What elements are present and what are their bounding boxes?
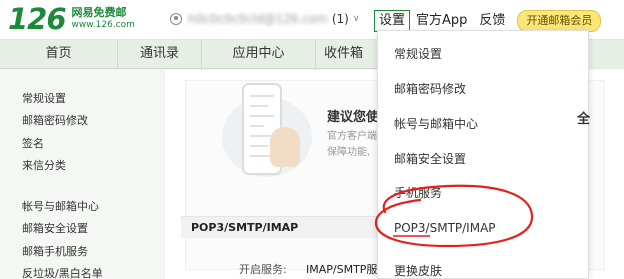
pop3-section-header: POP3/SMTP/IMAP bbox=[181, 216, 401, 238]
sidebar-item-mobile-service[interactable]: 邮箱手机服务 bbox=[22, 245, 88, 259]
tab-inbox[interactable]: 收件箱 bbox=[316, 40, 376, 69]
user-icon bbox=[170, 13, 182, 25]
feedback-link[interactable]: 反馈 bbox=[473, 11, 511, 31]
menu-item-password[interactable]: 邮箱密码修改 bbox=[394, 82, 466, 96]
promo-title: 建议您使 bbox=[327, 110, 380, 125]
logo-number: 126 bbox=[8, 2, 67, 36]
vip-button[interactable]: 开通邮箱会员 bbox=[517, 10, 602, 32]
menu-item-skin[interactable]: 更换皮肤 bbox=[394, 264, 442, 278]
sidebar-item-signature[interactable]: 签名 bbox=[22, 137, 44, 151]
logo-url: www.126.com bbox=[71, 20, 135, 30]
sidebar-item-mail-filter[interactable]: 来信分类 bbox=[22, 159, 66, 173]
tab-contacts[interactable]: 通讯录 bbox=[118, 40, 202, 69]
sidebar-item-account-center[interactable]: 帐号与邮箱中心 bbox=[22, 200, 99, 214]
sidebar-item-password[interactable]: 邮箱密码修改 bbox=[22, 114, 88, 128]
settings-link[interactable]: 设置 bbox=[374, 10, 411, 32]
menu-item-account-center[interactable]: 帐号与邮箱中心 bbox=[394, 117, 478, 131]
top-links: 设置 官方App 反馈 开通邮箱会员 bbox=[374, 10, 602, 32]
official-app-link[interactable]: 官方App bbox=[410, 11, 473, 31]
menu-item-mobile[interactable]: 手机服务 bbox=[394, 186, 442, 200]
logo-name: 网易免费邮 bbox=[71, 6, 127, 19]
settings-sidebar: 常规设置 邮箱密码修改 签名 来信分类 帐号与邮箱中心 邮箱安全设置 邮箱手机服… bbox=[0, 70, 160, 279]
nav-close-area[interactable] bbox=[584, 40, 624, 69]
sidebar-item-spam-list[interactable]: 反垃圾/黑白名单 bbox=[22, 267, 103, 279]
menu-item-security[interactable]: 邮箱安全设置 bbox=[394, 152, 466, 166]
account-email: h0c0c0c0cld@126.com bbox=[188, 12, 328, 26]
account-menu[interactable]: h0c0c0c0cld@126.com (1) ∨ bbox=[170, 12, 359, 26]
promo-title-suffix: 全 bbox=[577, 112, 591, 127]
logo[interactable]: 126 网易免费邮 www.126.com bbox=[8, 4, 135, 34]
promo-body: 官方客户端 保障功能, bbox=[327, 131, 377, 158]
settings-dropdown: 常规设置 邮箱密码修改 帐号与邮箱中心 邮箱安全设置 手机服务 POP3/SMT… bbox=[377, 30, 589, 279]
sidebar-item-general[interactable]: 常规设置 bbox=[22, 92, 66, 106]
unread-count: (1) bbox=[331, 12, 349, 26]
service-label: 开启服务: bbox=[239, 263, 287, 276]
pop3-section-title: POP3/SMTP/IMAP bbox=[191, 221, 299, 234]
menu-item-general[interactable]: 常规设置 bbox=[394, 47, 442, 61]
sidebar-item-security[interactable]: 邮箱安全设置 bbox=[22, 222, 88, 236]
chevron-down-icon: ∨ bbox=[352, 14, 360, 24]
tab-app-center[interactable]: 应用中心 bbox=[202, 40, 316, 69]
tab-home[interactable]: 首页 bbox=[0, 40, 118, 69]
phone-illustration bbox=[222, 83, 312, 183]
menu-item-pop3[interactable]: POP3/SMTP/IMAP bbox=[394, 221, 496, 235]
